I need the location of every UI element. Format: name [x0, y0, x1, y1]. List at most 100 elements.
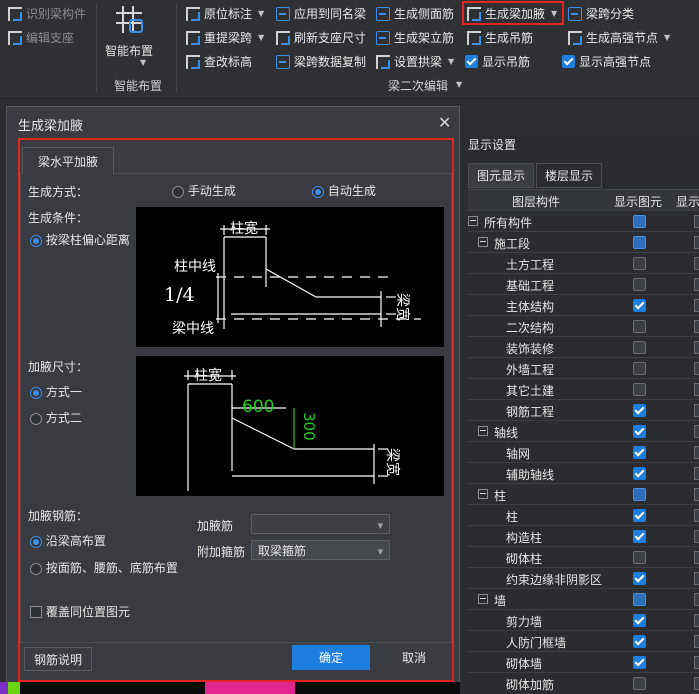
- show-checkbox[interactable]: [694, 635, 699, 648]
- collapse-icon[interactable]: [478, 237, 488, 247]
- tree-row[interactable]: 装饰装修: [468, 336, 699, 358]
- tree-row[interactable]: 约束边缘非阴影区: [468, 567, 699, 589]
- show-checkbox[interactable]: [694, 278, 699, 291]
- show-checkbox[interactable]: [694, 236, 699, 249]
- tree-row[interactable]: 二次结构: [468, 315, 699, 337]
- show-element-checkbox[interactable]: [633, 278, 646, 291]
- show-checkbox[interactable]: [694, 656, 699, 669]
- show-checkbox[interactable]: [694, 362, 699, 375]
- show-checkbox[interactable]: [694, 488, 699, 501]
- show-checkbox[interactable]: [694, 593, 699, 606]
- gen-beam-haunch-button[interactable]: 生成梁加腋 ▼: [467, 5, 557, 22]
- tree-row[interactable]: 外墙工程: [468, 357, 699, 379]
- show-element-checkbox[interactable]: [633, 614, 646, 627]
- show-element-checkbox[interactable]: [633, 677, 646, 690]
- apply-same-name-button[interactable]: 应用到同名梁: [276, 5, 366, 22]
- tree-row[interactable]: 墙: [468, 588, 699, 610]
- check-elevation-button[interactable]: 查改标高: [186, 53, 252, 70]
- in-place-annotation-button[interactable]: 原位标注 ▼: [186, 5, 264, 22]
- span-classify-button[interactable]: 梁跨分类: [568, 5, 634, 22]
- collapse-icon[interactable]: [468, 216, 478, 226]
- show-element-checkbox[interactable]: [633, 362, 646, 375]
- show-checkbox[interactable]: [694, 257, 699, 270]
- smart-layout-button[interactable]: 智能布置: [105, 42, 153, 59]
- cad-canvas[interactable]: [0, 682, 460, 694]
- show-element-checkbox[interactable]: [633, 509, 646, 522]
- identify-beam-button[interactable]: 识别梁构件: [8, 5, 86, 22]
- show-element-checkbox[interactable]: [633, 215, 646, 228]
- re-extract-span-button[interactable]: 重提梁跨 ▼: [186, 29, 264, 46]
- chevron-down-icon[interactable]: ▼: [456, 80, 462, 89]
- show-element-checkbox[interactable]: [633, 425, 646, 438]
- show-checkbox[interactable]: [694, 614, 699, 627]
- collapse-icon[interactable]: [478, 594, 488, 604]
- show-element-checkbox[interactable]: [633, 467, 646, 480]
- tree-row[interactable]: 人防门框墙: [468, 630, 699, 652]
- collapse-icon[interactable]: [478, 426, 488, 436]
- show-checkbox[interactable]: [694, 215, 699, 228]
- tree-row[interactable]: 剪力墙: [468, 609, 699, 631]
- tree-row[interactable]: 基础工程: [468, 273, 699, 295]
- gen-hanger-rebar-button[interactable]: 生成吊筋: [467, 29, 533, 46]
- edit-support-button[interactable]: 编辑支座: [8, 29, 74, 46]
- show-element-checkbox[interactable]: [633, 635, 646, 648]
- show-checkbox[interactable]: [694, 446, 699, 459]
- show-checkbox[interactable]: [694, 509, 699, 522]
- tree-row[interactable]: 其它土建: [468, 378, 699, 400]
- tree-row[interactable]: 土方工程: [468, 252, 699, 274]
- show-checkbox[interactable]: [694, 425, 699, 438]
- show-checkbox[interactable]: [694, 551, 699, 564]
- tree-row[interactable]: 砌体加筋: [468, 672, 699, 694]
- tree-row[interactable]: 砌体柱: [468, 546, 699, 568]
- set-arch-beam-button[interactable]: 设置拱梁 ▼: [376, 53, 454, 70]
- show-element-checkbox[interactable]: [633, 404, 646, 417]
- tree-row-label: 轴线: [494, 426, 519, 440]
- smart-layout-caret-icon[interactable]: ▼: [140, 58, 146, 67]
- show-element-checkbox[interactable]: [633, 530, 646, 543]
- gen-hs-node-button[interactable]: 生成高强节点 ▼: [568, 29, 670, 46]
- show-checkbox[interactable]: [694, 383, 699, 396]
- show-element-checkbox[interactable]: [633, 299, 646, 312]
- tree-row[interactable]: 轴线: [468, 420, 699, 442]
- close-icon[interactable]: ✕: [438, 113, 451, 132]
- show-element-checkbox[interactable]: [633, 320, 646, 333]
- tree-row[interactable]: 砌体墙: [468, 651, 699, 673]
- show-element-checkbox[interactable]: [633, 341, 646, 354]
- tree-row[interactable]: 所有构件: [468, 210, 699, 232]
- tree-row[interactable]: 主体结构: [468, 294, 699, 316]
- show-checkbox[interactable]: [694, 677, 699, 690]
- show-element-checkbox[interactable]: [633, 236, 646, 249]
- copy-span-data-button[interactable]: 梁跨数据复制: [276, 53, 366, 70]
- show-checkbox[interactable]: [694, 467, 699, 480]
- show-checkbox[interactable]: [694, 299, 699, 312]
- tree-row[interactable]: 轴网: [468, 441, 699, 463]
- show-element-checkbox[interactable]: [633, 257, 646, 270]
- show-element-checkbox[interactable]: [633, 593, 646, 606]
- show-checkbox[interactable]: [694, 341, 699, 354]
- tree-row[interactable]: 辅助轴线: [468, 462, 699, 484]
- show-element-checkbox[interactable]: [633, 446, 646, 459]
- refresh-support-size-button[interactable]: 刷新支座尺寸: [276, 29, 366, 46]
- show-hs-node-checkbox[interactable]: 显示高强节点: [562, 53, 651, 70]
- show-element-checkbox[interactable]: [633, 383, 646, 396]
- gen-erection-rebar-button[interactable]: 生成架立筋: [376, 29, 454, 46]
- show-checkbox[interactable]: [694, 572, 699, 585]
- show-element-checkbox[interactable]: [633, 488, 646, 501]
- show-element-checkbox[interactable]: [633, 656, 646, 669]
- show-checkbox[interactable]: [694, 530, 699, 543]
- smart-layout-icon[interactable]: [112, 3, 146, 37]
- gen-side-rebar-button[interactable]: 生成侧面筋: [376, 5, 454, 22]
- show-checkbox[interactable]: [694, 404, 699, 417]
- tree-row[interactable]: 柱: [468, 483, 699, 505]
- collapse-icon[interactable]: [478, 489, 488, 499]
- show-element-checkbox[interactable]: [633, 572, 646, 585]
- show-element-checkbox[interactable]: [633, 551, 646, 564]
- tree-row[interactable]: 构造柱: [468, 525, 699, 547]
- show-checkbox[interactable]: [694, 320, 699, 333]
- tree-row[interactable]: 柱: [468, 504, 699, 526]
- tab-element-display[interactable]: 图元显示: [468, 163, 535, 188]
- tab-floor-display[interactable]: 楼层显示: [536, 163, 603, 188]
- tree-row[interactable]: 钢筋工程: [468, 399, 699, 421]
- show-hanger-checkbox[interactable]: 显示吊筋: [465, 53, 530, 70]
- tree-row[interactable]: 施工段: [468, 231, 699, 253]
